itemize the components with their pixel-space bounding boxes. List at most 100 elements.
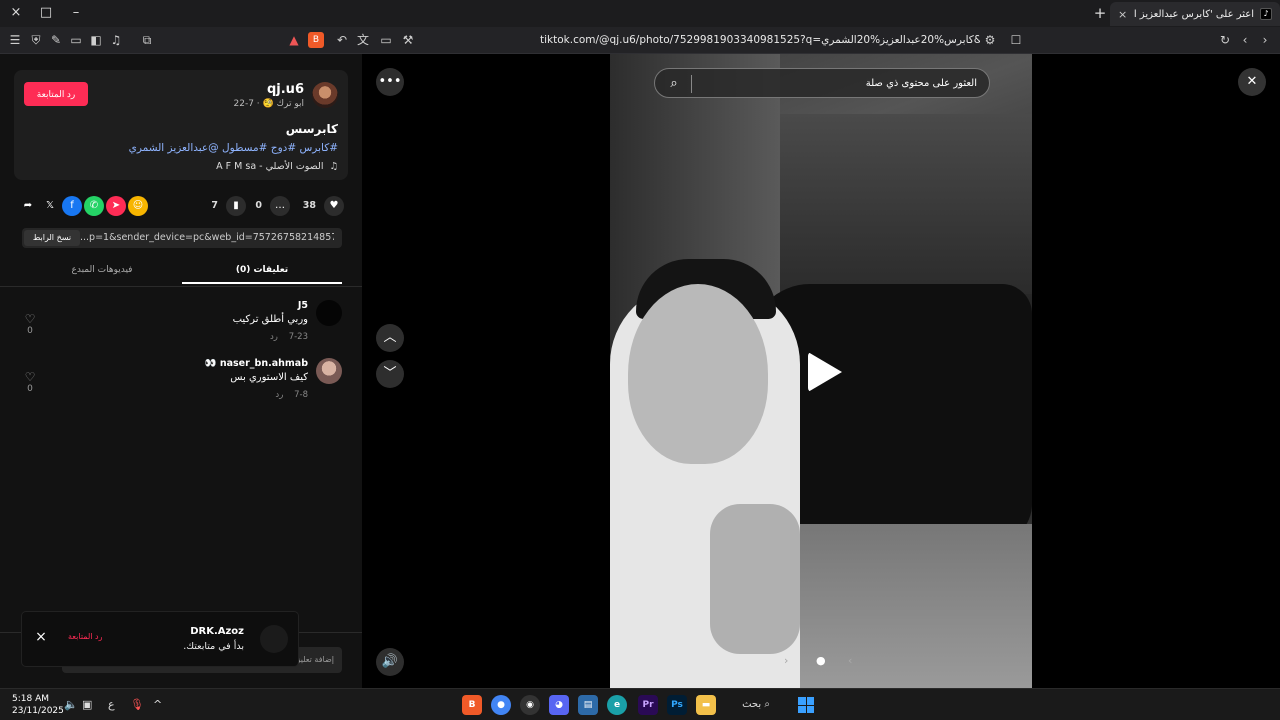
microphone-icon[interactable]: 🎙 [130, 698, 144, 711]
tools-icon[interactable]: ⚒ [400, 32, 416, 48]
rewards-icon[interactable]: ▲ [286, 32, 302, 48]
close-icon[interactable]: × [32, 628, 50, 646]
bookmark-icon[interactable]: ☐ [1008, 32, 1024, 48]
reload-icon[interactable]: ↻ [1217, 32, 1233, 48]
comment-icon[interactable]: … [270, 196, 290, 216]
github-icon[interactable]: ◉ [520, 695, 540, 715]
avatar[interactable] [312, 82, 338, 108]
related-search-text: العثور على محتوى ذي صلة [865, 78, 977, 89]
share-link-text[interactable]: ...p=1&sender_device=pc&web_id=757267582… [80, 228, 334, 248]
post-actions: ♥ 38 … 0 ▮ 7 ☺ ➤ ✆ f 𝕏 ➦ [14, 194, 348, 218]
file-manager-icon[interactable]: ▤ [578, 695, 598, 715]
wallet-icon[interactable]: ▭ [68, 32, 84, 48]
snapchat-icon[interactable]: ☺ [128, 196, 148, 216]
sidebar-icon[interactable]: ◧ [88, 32, 104, 48]
chevron-down-icon[interactable]: ﹀ [376, 360, 404, 388]
permissions-icon[interactable]: ⚙ [982, 32, 998, 48]
chrome-icon[interactable]: ● [491, 695, 511, 715]
share-icon[interactable]: ➦ [18, 196, 38, 216]
comment-date: 7-23 [288, 332, 308, 342]
save-count: 7 [211, 200, 218, 211]
post-username[interactable]: qj.u6 [267, 82, 304, 97]
follow-back-button[interactable]: رد المتابعة [24, 82, 88, 106]
premiere-icon[interactable]: Pr [638, 695, 658, 715]
volume-icon[interactable]: 🔊 [376, 648, 404, 676]
avatar[interactable] [260, 625, 288, 653]
brave-icon[interactable]: B [462, 695, 482, 715]
browser-toolbar: ☰ ⛨ ✎ ▭ ◧ ♫ ⧉ ▲ B ↶ 文 ▭ ⚒ tiktok.com/@qj… [0, 27, 1280, 54]
related-search-pill[interactable]: العثور على محتوى ذي صلة ⌕ [654, 68, 990, 98]
discord-icon[interactable]: ◕ [549, 695, 569, 715]
notification-follow-back[interactable]: رد المتابعة [68, 632, 102, 641]
follow-notification: DRK.Azoz بدأ في متابعتك. رد المتابعة × [22, 612, 298, 666]
forward-icon[interactable]: › [1257, 32, 1273, 48]
avatar[interactable] [316, 300, 342, 326]
clock[interactable]: 5:18 AM 23/11/2025 [12, 693, 64, 717]
brave-shield-icon[interactable]: B [308, 32, 324, 48]
comment-author[interactable]: J5 [298, 300, 308, 311]
tab-comments[interactable]: تعليقات (0) [182, 260, 342, 284]
edge-icon[interactable]: e [607, 695, 627, 715]
avatar[interactable] [316, 358, 342, 384]
notification-username[interactable]: DRK.Azoz [190, 626, 244, 637]
maximize-window-button[interactable]: □ [36, 4, 56, 22]
network-icon[interactable]: ▣ [82, 698, 92, 711]
play-icon[interactable] [808, 352, 842, 392]
tab-creator-videos[interactable]: فيديوهات المبدع [22, 260, 182, 284]
clock-date: 23/11/2025 [12, 706, 64, 716]
address-bar[interactable]: tiktok.com/@qj.u6/photo/7529981903340981… [540, 32, 980, 49]
divider [0, 286, 362, 287]
pagination-dot[interactable]: ● [816, 654, 826, 667]
whatsapp-icon[interactable]: ✆ [84, 196, 104, 216]
speaker-icon[interactable]: 🔈 [64, 698, 78, 711]
heart-icon[interactable]: ♡ [22, 370, 38, 384]
folder-icon[interactable]: ▬ [696, 695, 716, 715]
language-indicator[interactable]: ع [108, 698, 115, 711]
music-icon[interactable]: ♫ [108, 32, 124, 48]
translate-icon[interactable]: 文 [355, 32, 371, 48]
facebook-icon[interactable]: f [62, 196, 82, 216]
browser-tab[interactable]: ♪ اعثر على 'كابرس عبدالعزيز الشمري' × [1110, 2, 1280, 26]
post-music[interactable]: ♫ الصوت الأصلي - A F M sa [216, 161, 338, 172]
reply-link[interactable]: رد [275, 390, 283, 400]
minimize-window-button[interactable]: – [66, 4, 86, 22]
photo-viewer: ••• ︿ ﹀ 🔊 العثور على محتوى ذي صلة ⌕ › ● … [362, 54, 1280, 688]
search-icon[interactable]: ⌕ [665, 75, 683, 93]
music-note-icon: ♫ [329, 161, 338, 172]
menu-icon[interactable]: ☰ [7, 32, 23, 48]
save-icon[interactable]: ▮ [226, 196, 246, 216]
cast-icon[interactable]: ▭ [378, 32, 394, 48]
close-tab-icon[interactable]: × [1118, 8, 1127, 21]
chevron-up-icon[interactable]: ^ [153, 698, 162, 711]
close-viewer-button[interactable]: ✕ [1238, 68, 1266, 96]
sidebar-tabs: تعليقات (0) فيديوهات المبدع [22, 260, 342, 284]
photo-thumb [710, 504, 800, 654]
back-icon[interactable]: ‹ [1237, 32, 1253, 48]
start-button[interactable] [798, 697, 814, 713]
tab-search-icon[interactable]: ⧉ [139, 32, 155, 48]
comment-text: وربي أطلق تركيب [232, 314, 308, 325]
taskbar-search[interactable]: ⌕ بحث [724, 696, 788, 714]
list-item: J5 وربي أطلق تركيب 7-23 رد ♡ 0 [14, 300, 348, 350]
send-icon[interactable]: ➤ [106, 196, 126, 216]
like-icon[interactable]: ♥ [324, 196, 344, 216]
share-icon[interactable]: ↶ [334, 32, 350, 48]
chevron-up-icon[interactable]: ︿ [376, 324, 404, 352]
photoshop-icon[interactable]: Ps [667, 695, 687, 715]
heart-icon[interactable]: ♡ [22, 312, 38, 326]
post-hashtags[interactable]: #كابرس #دوج #مسطول @عبدالعزيز الشمري [129, 142, 338, 154]
x-icon[interactable]: 𝕏 [40, 196, 60, 216]
chevron-left-icon[interactable]: ‹ [848, 654, 852, 667]
comment-author[interactable]: naser_bn.ahmab 👀 [205, 358, 308, 369]
extensions-icon[interactable]: ✎ [48, 32, 64, 48]
chevron-right-icon[interactable]: › [784, 654, 788, 667]
comment-like[interactable]: ♡ 0 [22, 370, 38, 394]
copy-link-button[interactable]: نسخ الرابط [24, 230, 80, 246]
reply-link[interactable]: رد [270, 332, 278, 342]
close-window-button[interactable]: × [6, 4, 26, 22]
shield-icon[interactable]: ⛨ [28, 32, 44, 48]
more-options-button[interactable]: ••• [376, 68, 404, 96]
clock-time: 5:18 AM [12, 694, 49, 704]
comment-like[interactable]: ♡ 0 [22, 312, 38, 336]
new-tab-button[interactable]: + [1090, 4, 1110, 22]
